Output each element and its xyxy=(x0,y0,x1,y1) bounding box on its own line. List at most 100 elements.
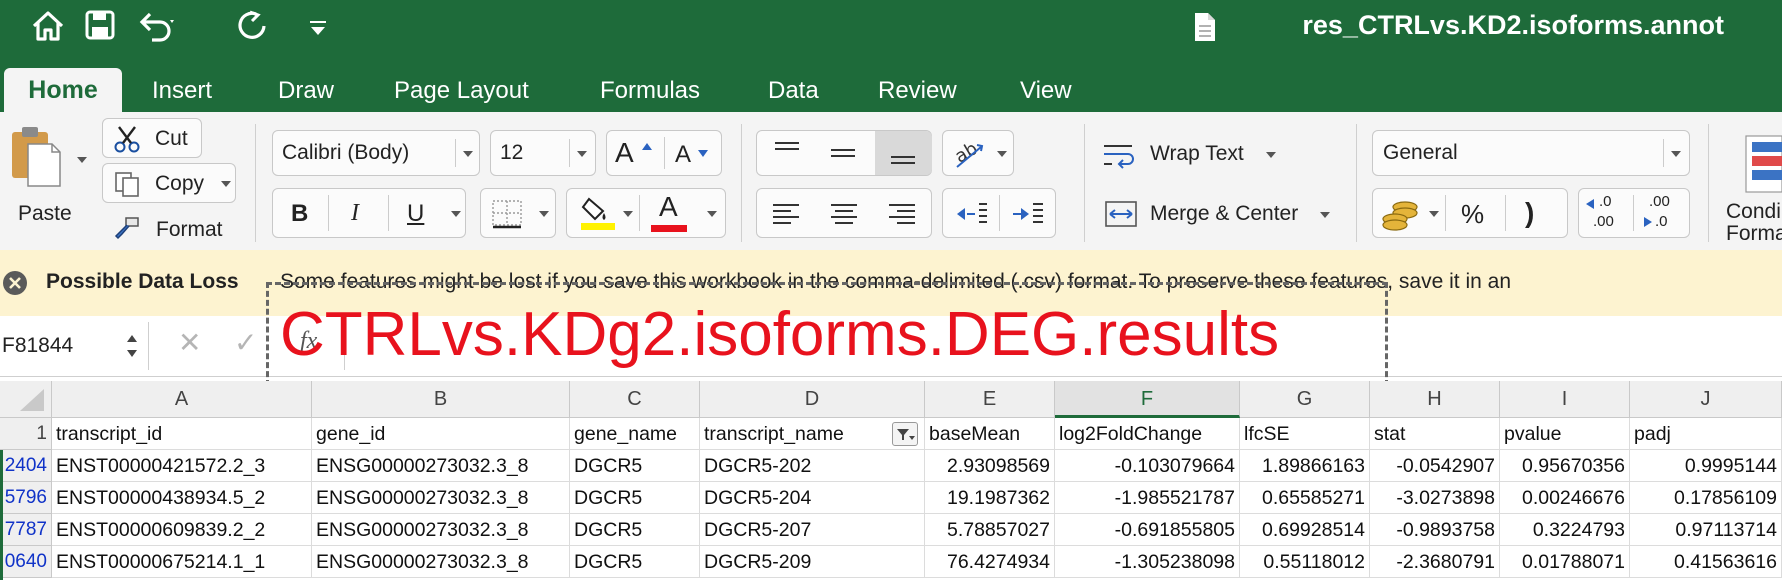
tab-draw[interactable]: Draw xyxy=(278,74,334,108)
table-cell[interactable]: DGCR5-207 xyxy=(700,514,925,546)
increase-indent-icon[interactable] xyxy=(1011,201,1045,227)
table-cell[interactable]: 2.93098569 xyxy=(925,450,1055,482)
header-cell[interactable]: gene_id xyxy=(312,418,570,450)
bold-button[interactable]: B xyxy=(291,200,308,228)
header-cell[interactable]: stat xyxy=(1370,418,1500,450)
conditional-formatting-label-2[interactable]: Forma xyxy=(1726,222,1782,246)
row-header[interactable]: 5796 xyxy=(0,482,52,514)
table-cell[interactable]: -2.3680791 xyxy=(1370,546,1500,578)
table-cell[interactable]: ENST00000609839.2_2 xyxy=(52,514,312,546)
paste-button-label[interactable]: Paste xyxy=(18,202,72,226)
wrap-text-button[interactable]: Wrap Text xyxy=(1100,138,1338,172)
wrap-text-caret[interactable] xyxy=(1266,152,1276,158)
font-size-select[interactable]: 12 xyxy=(490,130,596,176)
underline-button[interactable]: U xyxy=(407,200,424,228)
header-cell[interactable]: lfcSE xyxy=(1240,418,1370,450)
font-color-caret[interactable] xyxy=(707,211,717,217)
decrease-indent-icon[interactable] xyxy=(955,201,989,227)
header-cell[interactable]: transcript_id xyxy=(52,418,312,450)
increase-font-size-icon[interactable]: A xyxy=(615,137,634,169)
font-size-caret[interactable] xyxy=(577,151,587,157)
table-cell[interactable]: -0.691855805 xyxy=(1055,514,1240,546)
home-icon[interactable] xyxy=(28,8,68,48)
merge-center-button[interactable]: Merge & Center xyxy=(1100,198,1350,232)
row-header[interactable]: 7787 xyxy=(0,514,52,546)
table-cell[interactable]: DGCR5 xyxy=(570,482,700,514)
header-cell[interactable]: gene_name xyxy=(570,418,700,450)
tab-review[interactable]: Review xyxy=(878,74,957,108)
select-all-corner[interactable] xyxy=(0,381,52,418)
tab-view[interactable]: View xyxy=(1020,74,1072,108)
table-cell[interactable]: DGCR5 xyxy=(570,546,700,578)
table-cell[interactable]: ENST00000438934.5_2 xyxy=(52,482,312,514)
undo-icon[interactable] xyxy=(136,8,176,48)
conditional-formatting-label-1[interactable]: Condi xyxy=(1726,200,1781,224)
table-cell[interactable]: 76.4274934 xyxy=(925,546,1055,578)
format-painter-icon[interactable] xyxy=(112,214,142,242)
comma-style-button[interactable]: ) xyxy=(1525,197,1534,229)
filter-dropdown-icon[interactable] xyxy=(892,422,918,446)
header-cell[interactable]: transcript_name xyxy=(700,418,925,450)
table-cell[interactable]: -0.103079664 xyxy=(1055,450,1240,482)
table-cell[interactable]: 0.17856109 xyxy=(1630,482,1782,514)
column-header-f[interactable]: F xyxy=(1055,381,1240,418)
table-cell[interactable]: 0.97113714 xyxy=(1630,514,1782,546)
font-name-select[interactable]: Calibri (Body) xyxy=(272,130,480,176)
cut-button[interactable]: Cut xyxy=(102,118,202,158)
table-cell[interactable]: 19.1987362 xyxy=(925,482,1055,514)
font-name-caret[interactable] xyxy=(463,151,473,157)
table-cell[interactable]: 1.89866163 xyxy=(1240,450,1370,482)
table-cell[interactable]: ENST00000675214.1_1 xyxy=(52,546,312,578)
name-box-stepper-icon[interactable] xyxy=(124,330,140,362)
table-cell[interactable]: 0.01788071 xyxy=(1500,546,1630,578)
currency-icon[interactable] xyxy=(1381,197,1421,231)
column-header-e[interactable]: E xyxy=(925,381,1055,418)
number-format-caret[interactable] xyxy=(1671,151,1681,157)
align-center-icon[interactable] xyxy=(829,201,859,227)
customize-toolbar-icon[interactable] xyxy=(298,8,338,48)
table-cell[interactable]: DGCR5-209 xyxy=(700,546,925,578)
orientation-caret[interactable] xyxy=(997,151,1007,157)
table-cell[interactable]: DGCR5-204 xyxy=(700,482,925,514)
cancel-entry-icon[interactable]: ✕ xyxy=(178,326,201,359)
table-cell[interactable]: 0.55118012 xyxy=(1240,546,1370,578)
tab-page-layout[interactable]: Page Layout xyxy=(394,74,529,108)
column-header-h[interactable]: H xyxy=(1370,381,1500,418)
tab-data[interactable]: Data xyxy=(768,74,819,108)
copy-button[interactable]: Copy xyxy=(102,163,236,203)
tab-formulas[interactable]: Formulas xyxy=(600,74,700,108)
redo-icon[interactable] xyxy=(232,8,272,48)
table-cell[interactable]: ENST00000421572.2_3 xyxy=(52,450,312,482)
currency-caret[interactable] xyxy=(1429,211,1439,217)
table-cell[interactable]: 0.3224793 xyxy=(1500,514,1630,546)
header-cell[interactable]: baseMean xyxy=(925,418,1055,450)
copy-dropdown-caret[interactable] xyxy=(221,181,231,187)
name-box[interactable]: F81844 xyxy=(0,322,149,370)
table-cell[interactable]: ENSG00000273032.3_8 xyxy=(312,514,570,546)
percent-style-button[interactable]: % xyxy=(1461,199,1484,230)
italic-button[interactable]: I xyxy=(351,200,359,227)
align-bottom-button[interactable] xyxy=(875,131,932,175)
save-icon[interactable] xyxy=(80,8,120,48)
align-top-icon[interactable] xyxy=(773,139,801,167)
header-cell[interactable]: pvalue xyxy=(1500,418,1630,450)
fill-color-caret[interactable] xyxy=(623,211,633,217)
table-cell[interactable]: ENSG00000273032.3_8 xyxy=(312,546,570,578)
table-cell[interactable]: -0.0542907 xyxy=(1370,450,1500,482)
column-header-j[interactable]: J xyxy=(1630,381,1782,418)
confirm-entry-icon[interactable]: ✓ xyxy=(234,326,257,359)
table-cell[interactable]: 0.65585271 xyxy=(1240,482,1370,514)
table-cell[interactable]: DGCR5 xyxy=(570,450,700,482)
format-painter-label[interactable]: Format xyxy=(156,218,223,242)
number-format-select[interactable]: General xyxy=(1372,130,1690,176)
align-middle-icon[interactable] xyxy=(829,139,857,167)
tab-home[interactable]: Home xyxy=(4,68,122,112)
table-cell[interactable]: 5.78857027 xyxy=(925,514,1055,546)
paste-dropdown-caret[interactable] xyxy=(77,157,87,163)
increase-decimal-button[interactable]: .0 .00 xyxy=(1585,193,1631,235)
table-cell[interactable]: ENSG00000273032.3_8 xyxy=(312,450,570,482)
table-cell[interactable]: 0.69928514 xyxy=(1240,514,1370,546)
align-left-icon[interactable] xyxy=(771,201,801,227)
column-header-b[interactable]: B xyxy=(312,381,570,418)
merge-center-caret[interactable] xyxy=(1320,212,1330,218)
